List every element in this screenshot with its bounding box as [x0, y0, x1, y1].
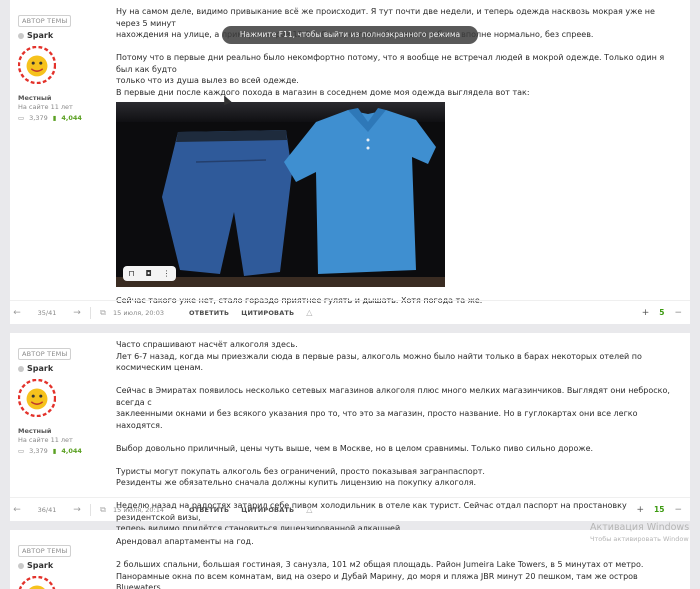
- post-date[interactable]: 15 июля, 20:14: [113, 506, 183, 514]
- post-content: Ну на самом деле, видимо привыкание всё …: [116, 6, 681, 307]
- author-name[interactable]: Spark: [18, 364, 98, 373]
- forum-post: АВТОР ТЕМЫ Spark Местный На сайте 11 лет…: [10, 333, 690, 533]
- copy-link-icon[interactable]: ⧉: [97, 505, 109, 515]
- author-name-label[interactable]: Spark: [27, 561, 53, 570]
- post-paragraph: Туристы могут покупать алкоголь без огра…: [116, 466, 485, 476]
- post-footer: ← 36/41 → ⧉ 15 июля, 20:14 ОТВЕТИТЬ ЦИТИ…: [10, 497, 690, 521]
- author-rank: Местный: [18, 427, 52, 435]
- author-panel: АВТОР ТЕМЫ Spark: [18, 538, 98, 589]
- reply-button[interactable]: ОТВЕТИТЬ: [183, 309, 235, 317]
- avatar[interactable]: [17, 378, 57, 418]
- post-paragraph: В первые дни после каждого похода в мага…: [116, 87, 530, 97]
- image-toolbar: ⊓ ◘ ⋮: [123, 266, 176, 281]
- author-stats: ▭ 3,379 ▮ 4,044: [18, 114, 98, 122]
- upvote-icon[interactable]: +: [642, 308, 650, 318]
- prev-post-icon[interactable]: ←: [10, 308, 24, 318]
- watermark-subtitle: Чтобы активировать Window: [590, 535, 689, 543]
- author-name-label[interactable]: Spark: [27, 364, 53, 373]
- post-paragraph: Потому что в первые дни реально было нек…: [116, 53, 665, 74]
- post-paragraph: Сейчас в Эмиратах появилось несколько се…: [116, 386, 670, 407]
- author-since: На сайте 11 лет: [18, 103, 73, 111]
- copy-link-icon[interactable]: ⧉: [97, 308, 109, 318]
- online-status-icon: [18, 365, 24, 372]
- reputation-icon: ▮: [52, 114, 57, 122]
- more-options-icon[interactable]: ⋮: [163, 268, 171, 280]
- post-paragraph: Лет 6-7 назад, когда мы приезжали сюда в…: [116, 351, 642, 373]
- post-paragraph: 2 больших спальни, большая гостиная, 3 с…: [116, 560, 644, 569]
- avatar[interactable]: [17, 45, 57, 85]
- author-panel: АВТОР ТЕМЫ Spark Местный На сайте 11 лет…: [17, 8, 98, 122]
- reputation-count: 4,044: [61, 447, 82, 455]
- bookmark-icon[interactable]: ⊓: [128, 268, 134, 280]
- post-footer: ← 35/41 → ⧉ 15 июля, 20:03 ОТВЕТИТЬ ЦИТИ…: [10, 300, 690, 324]
- author-name[interactable]: Spark: [18, 561, 98, 570]
- author-stats: ▭ 3,379 ▮ 4,044: [18, 447, 98, 455]
- online-status-icon: [18, 32, 24, 39]
- post-paragraph: только что из душа вылез во всей одежде.: [116, 76, 299, 85]
- author-name-label[interactable]: Spark: [27, 31, 53, 40]
- avatar[interactable]: [18, 575, 56, 589]
- reputation-count: 4,044: [61, 114, 82, 122]
- forum-post: АВТОР ТЕМЫ Spark Местный На сайте 11 лет…: [10, 0, 690, 324]
- prev-post-icon[interactable]: ←: [10, 505, 24, 515]
- clothes-photo: [162, 108, 436, 276]
- post-paragraph: Часто спрашивают насчёт алкоголя здесь.: [116, 340, 298, 349]
- forum-post: АВТОР ТЕМЫ Spark Арендовал апартаменты н…: [10, 530, 690, 589]
- post-count-icon: ▭: [18, 447, 25, 455]
- post-count: 3,379: [29, 447, 48, 455]
- vote-score: 5: [659, 308, 665, 317]
- quote-button[interactable]: ЦИТИРОВАТЬ: [235, 506, 300, 514]
- camera-icon[interactable]: ◘: [145, 268, 151, 280]
- next-post-icon[interactable]: →: [70, 308, 84, 318]
- vote-controls: + 5 −: [642, 308, 690, 318]
- topic-author-badge: АВТОР ТЕМЫ: [18, 348, 72, 360]
- next-post-icon[interactable]: →: [70, 505, 84, 515]
- post-date[interactable]: 15 июля, 20:03: [113, 309, 183, 317]
- upvote-icon[interactable]: +: [636, 505, 644, 515]
- fullscreen-exit-toast: Нажмите F11, чтобы выйти из полноэкранно…: [222, 26, 478, 44]
- windows-activation-watermark: Активация Windows Чтобы активировать Win…: [590, 522, 700, 543]
- report-icon[interactable]: △: [306, 308, 312, 317]
- watermark-title: Активация Windows: [590, 522, 690, 533]
- author-name[interactable]: Spark: [18, 31, 98, 40]
- post-count: 3,379: [29, 114, 48, 122]
- vote-score: 15: [654, 505, 665, 514]
- post-image[interactable]: ⊓ ◘ ⋮: [116, 102, 445, 287]
- post-index: 36/41: [37, 505, 57, 514]
- report-icon[interactable]: △: [306, 505, 312, 514]
- post-paragraph: Резиденты же обязательно сначала должны …: [116, 478, 477, 487]
- author-since: На сайте 11 лет: [18, 436, 73, 444]
- reputation-icon: ▮: [52, 447, 57, 455]
- post-paragraph: заклеенными окнами и без всякого указани…: [116, 409, 638, 430]
- author-rank: Местный: [18, 94, 52, 102]
- post-content: Арендовал апартаменты на год. 2 больших …: [116, 536, 681, 589]
- topic-author-badge: АВТОР ТЕМЫ: [18, 15, 72, 27]
- downvote-icon[interactable]: −: [674, 308, 682, 318]
- vote-controls: + 15 −: [636, 505, 690, 515]
- topic-author-badge: АВТОР ТЕМЫ: [18, 545, 72, 557]
- post-paragraph: Выбор довольно приличный, цены чуть выше…: [116, 443, 594, 453]
- online-status-icon: [18, 562, 24, 569]
- reply-button[interactable]: ОТВЕТИТЬ: [183, 506, 235, 514]
- author-panel: АВТОР ТЕМЫ Spark Местный На сайте 11 лет…: [17, 341, 98, 455]
- downvote-icon[interactable]: −: [674, 505, 682, 515]
- post-count-icon: ▭: [18, 114, 25, 122]
- post-index: 35/41: [37, 308, 57, 317]
- quote-button[interactable]: ЦИТИРОВАТЬ: [235, 309, 300, 317]
- post-paragraph: Панорамные окна по всем комнатам, вид на…: [116, 571, 638, 589]
